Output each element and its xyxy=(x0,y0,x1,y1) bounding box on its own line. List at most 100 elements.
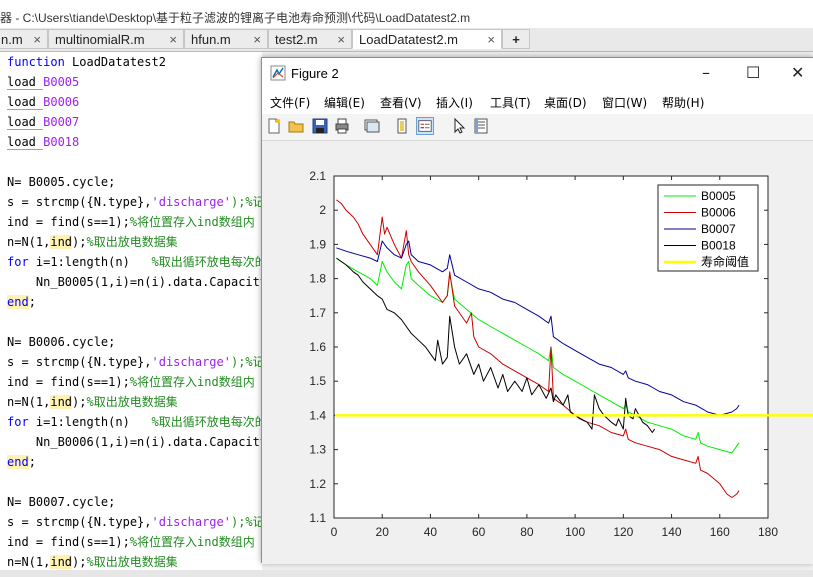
code-line: function LoadDatatest2 xyxy=(7,52,166,72)
pointer-icon[interactable] xyxy=(450,117,468,135)
tab-n[interactable]: n.m × xyxy=(0,29,48,49)
code-token: B0005 xyxy=(43,75,80,89)
matlab-logo-icon xyxy=(270,65,286,81)
x-tick-label: 20 xyxy=(376,525,390,539)
code-token: %将位置存入ind数组内 xyxy=(129,375,255,389)
code-token: 'discharge' xyxy=(151,195,231,209)
code-token: ; xyxy=(28,295,36,309)
menu-file[interactable]: 文件(F) xyxy=(270,94,310,111)
maximize-button[interactable]: ☐ xyxy=(746,63,760,82)
print-icon[interactable] xyxy=(333,117,351,135)
menu-tools[interactable]: 工具(T) xyxy=(490,94,531,111)
close-icon[interactable]: × xyxy=(253,30,261,49)
code-token: %取出循环放电每次的 xyxy=(151,415,263,429)
code-line: load B0018 xyxy=(7,132,79,152)
open-folder-icon[interactable] xyxy=(287,117,305,135)
code-token: Nn_B0006(1,i)=n(i).data.Capacity xyxy=(7,435,262,449)
code-line: end; xyxy=(7,292,36,312)
code-line: load B0007 xyxy=(7,112,79,132)
tab-multinomialr[interactable]: multinomialR.m × xyxy=(48,29,184,49)
close-icon[interactable]: × xyxy=(169,30,177,49)
editor-tab-bar: n.m × multinomialR.m × hfun.m × test2.m × Lo… xyxy=(0,28,813,52)
x-tick-label: 100 xyxy=(565,525,585,539)
code-line: s = strcmp({N.type},'discharge');%记录 xyxy=(7,512,262,532)
add-tab-button[interactable]: + xyxy=(502,29,530,49)
code-token: n=N(1, xyxy=(7,395,51,409)
menu-help[interactable]: 帮助(H) xyxy=(662,94,704,111)
tab-label: test2.m xyxy=(275,32,318,47)
code-line: for i=1:length(n) %取出循环放电每次的 xyxy=(7,412,262,432)
code-line: N= B0007.cycle; xyxy=(7,492,115,512)
save-icon[interactable] xyxy=(311,117,329,135)
code-token: %取出放电数据集 xyxy=(86,235,178,249)
code-token: %取出放电数据集 xyxy=(86,555,178,569)
plot-area: 0 20 40 60 80 100 120 140 160 180 1.1 1.2 1.3 1.4 1.5 1… xyxy=(262,141,813,564)
code-token: ind xyxy=(50,235,73,249)
x-tick-label: 120 xyxy=(613,525,633,539)
x-tick-label: 140 xyxy=(662,525,682,539)
tab-loaddatatest2[interactable]: LoadDatatest2.m × xyxy=(352,29,502,49)
x-tick-label: 80 xyxy=(520,525,534,539)
legend-label: B0018 xyxy=(701,239,736,253)
tab-test2[interactable]: test2.m × xyxy=(268,29,352,49)
menu-edit[interactable]: 编辑(E) xyxy=(324,94,365,111)
menu-desktop[interactable]: 桌面(D) xyxy=(544,94,587,111)
code-token: s = strcmp({N.type}, xyxy=(7,355,152,369)
tab-label: multinomialR.m xyxy=(55,32,145,47)
y-tick-label: 1.5 xyxy=(309,374,326,388)
code-token: function xyxy=(7,55,73,69)
code-token: load xyxy=(7,95,44,110)
code-line: n=N(1,ind);%取出放电数据集 xyxy=(7,232,178,252)
code-token: load xyxy=(7,75,44,90)
code-token: ); xyxy=(72,395,87,409)
code-token: i=1:length(n) xyxy=(35,255,152,269)
code-line: ind = find(s==1);%将位置存入ind数组内 xyxy=(7,212,255,232)
legend-label: B0005 xyxy=(701,189,736,203)
link-plot-icon[interactable] xyxy=(363,117,381,135)
close-icon[interactable]: × xyxy=(33,30,41,49)
code-token: %将位置存入ind数组内 xyxy=(129,215,255,229)
tab-hfun[interactable]: hfun.m × xyxy=(184,29,268,49)
property-editor-icon[interactable] xyxy=(472,117,490,135)
code-token: %将位置存入ind数组内 xyxy=(129,535,255,549)
figure-title: Figure 2 xyxy=(291,66,339,81)
close-icon[interactable]: × xyxy=(337,30,345,49)
legend-icon[interactable] xyxy=(416,117,434,135)
menu-insert[interactable]: 插入(I) xyxy=(436,94,473,111)
x-tick-label: 60 xyxy=(472,525,486,539)
close-button[interactable]: ✕ xyxy=(791,63,804,82)
code-line: Nn_B0006(1,i)=n(i).data.Capacity xyxy=(7,432,262,452)
code-token: N= B0007.cycle; xyxy=(7,495,116,509)
status-bar xyxy=(0,570,813,577)
code-editor[interactable]: function LoadDatatest2 load B0005 load B00… xyxy=(0,52,262,570)
code-token: B0018 xyxy=(43,135,80,149)
close-icon[interactable]: × xyxy=(487,30,495,49)
capacity-line-chart[interactable]: 0 20 40 60 80 100 120 140 160 180 1.1 1.2 1.3 1.4 1.5 1… xyxy=(262,141,813,564)
menu-window[interactable]: 窗口(W) xyxy=(602,94,647,111)
figure-titlebar: Figure 2 – ☐ ✕ xyxy=(262,58,813,88)
code-token: i=1:length(n) xyxy=(35,415,152,429)
code-line: ind = find(s==1);%将位置存入ind数组内 xyxy=(7,532,255,552)
colorbar-icon[interactable] xyxy=(393,117,411,135)
y-tick-label: 1.4 xyxy=(309,408,326,422)
figure-window[interactable]: Figure 2 – ☐ ✕ 文件(F) 编辑(E) 查看(V) 插入(I) 工… xyxy=(261,57,813,564)
tab-label: n.m xyxy=(1,32,23,47)
code-line: ind = find(s==1);%将位置存入ind数组内 xyxy=(7,372,255,392)
y-tick-label: 1.6 xyxy=(309,340,326,354)
figure-toolbar xyxy=(262,114,813,141)
new-file-icon[interactable] xyxy=(265,117,283,135)
x-tick-label: 180 xyxy=(758,525,778,539)
minimize-button[interactable]: – xyxy=(702,63,710,82)
code-line: n=N(1,ind);%取出放电数据集 xyxy=(7,392,178,412)
code-token: LoadDatatest2 xyxy=(72,55,166,69)
code-line: s = strcmp({N.type},'discharge');%记录 xyxy=(7,352,262,372)
code-token: N= B0005.cycle; xyxy=(7,175,116,189)
code-token: n=N(1, xyxy=(7,235,51,249)
y-tick-label: 2 xyxy=(319,203,326,217)
menu-view[interactable]: 查看(V) xyxy=(380,94,422,111)
code-token: end xyxy=(7,455,29,469)
code-line: load B0005 xyxy=(7,72,79,92)
code-token: end xyxy=(7,295,29,309)
code-token: for xyxy=(7,415,36,429)
code-token: );%记录 xyxy=(230,355,262,369)
